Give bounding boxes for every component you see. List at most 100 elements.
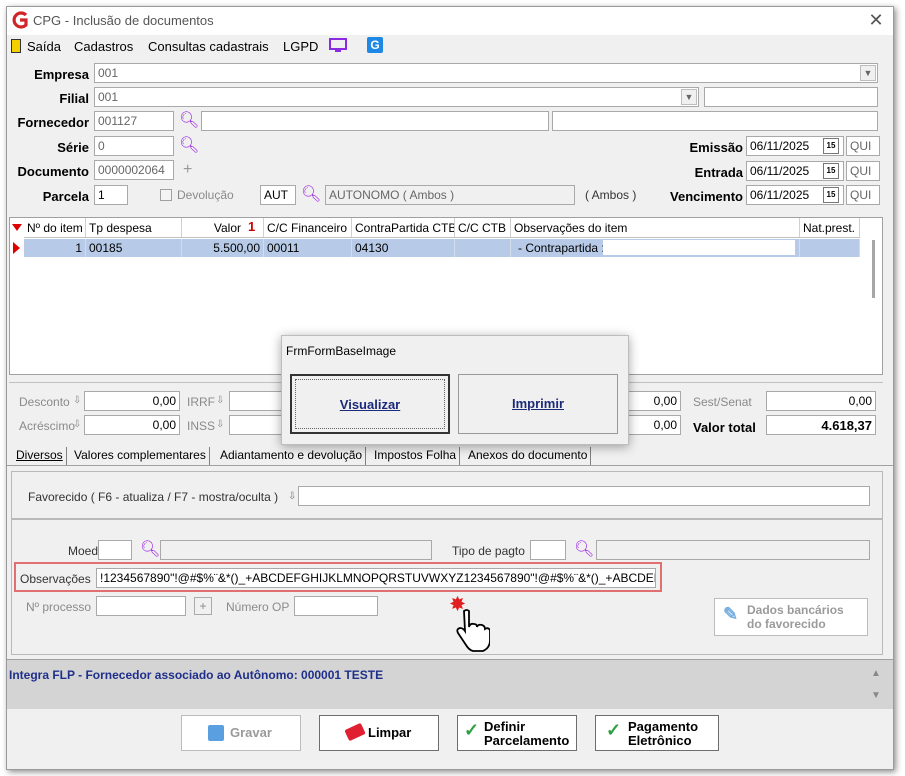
diversos-panel: Moeda 🔍︎ Tipo de pagto 🔍︎ Observações !1… [11,519,883,655]
define-installments-button[interactable]: ✓ Definir Parcelamento [457,715,577,751]
menu-lgpd[interactable]: LGPD [283,39,318,54]
parcela-label: Parcela [42,189,89,204]
tab-impostos-folha[interactable]: Impostos Folha [371,447,461,465]
desconto-field[interactable]: 0,00 [84,391,180,411]
cell-cc-financeiro[interactable]: 00011 [264,239,352,257]
tab-diversos[interactable]: Diversos [13,447,67,465]
status-scroll-down-icon[interactable]: ▼ [871,690,881,701]
favorecido-field[interactable] [298,486,870,506]
documento-label: Documento [17,164,90,179]
entrada-calendar-icon[interactable]: 15 [823,163,839,179]
observacoes-field[interactable]: !1234567890"!@#$%¨&*()_+ABCDEFGHIJKLMNOP… [96,568,656,588]
hand-cursor-icon [454,608,491,655]
close-button[interactable]: ✕ [865,10,887,31]
e-payment-button[interactable]: ✓ Pagamento Eletrônico [595,715,719,751]
tabs-baseline [7,465,893,466]
visualizar-button[interactable]: Visualizar [290,374,450,434]
col-tp-despesa[interactable]: Tp despesa [86,218,182,238]
favorecido-panel: Favorecido ( F6 - atualiza / F7 - mostra… [11,471,883,519]
grid-scrollbar[interactable] [866,238,882,374]
processo-field[interactable] [96,596,186,616]
irrf-field[interactable] [229,391,283,411]
grid-scroll-thumb[interactable] [872,240,875,298]
vencimento-calendar-icon[interactable]: 15 [823,187,839,203]
menu-queries[interactable]: Consultas cadastrais [148,39,269,54]
empresa-dropdown-icon[interactable]: ▼ [860,65,876,81]
acrescimo-icon: ⇩ [73,419,82,430]
numero-op-field[interactable] [294,596,378,616]
app-g-icon[interactable]: G [367,37,383,53]
moeda-search-icon[interactable]: 🔍︎ [140,539,160,559]
fornecedor-label: Fornecedor [17,115,89,130]
col-nat-prest[interactable]: Nat.prest. [800,218,860,238]
filial-dropdown-icon[interactable]: ▼ [681,89,697,105]
col-cc-ctb[interactable]: C/C CTB [455,218,511,238]
fornecedor-code-field[interactable]: 001127 [94,111,174,131]
empresa-label: Empresa [34,67,89,82]
imprimir-button[interactable]: Imprimir [458,374,618,434]
irrf-label: IRRF [187,395,215,409]
clear-button[interactable]: Limpar [319,715,439,751]
serie-search-icon[interactable]: 🔍︎ [179,135,199,155]
emissao-calendar-icon[interactable]: 15 [823,138,839,154]
menu-registrations[interactable]: Cadastros [74,39,133,54]
filial-field[interactable]: 001 [94,87,699,107]
inss-label: INSS [187,419,216,433]
cell-nat-prest[interactable] [800,239,860,257]
sest-field[interactable]: 0,00 [766,391,876,411]
menu-exit[interactable]: Saída [27,39,61,54]
fornecedor-extra-field[interactable] [552,111,878,131]
filial-extra-field[interactable] [704,87,878,107]
cell-observacoes[interactable]: - Contrapartida : [511,239,800,257]
title-bar: CPG - Inclusão de documentos ✕ [7,7,893,35]
acrescimo-field[interactable]: 0,00 [84,415,180,435]
documento-field[interactable]: 0000002064 [94,160,174,180]
emissao-day-field: QUI [846,136,880,156]
exit-icon [11,39,21,53]
vencimento-day-field: QUI [846,185,880,205]
monitor-icon[interactable] [329,38,347,57]
tipo-pagto-field[interactable] [530,540,566,560]
save-button[interactable]: Gravar [181,715,301,751]
serie-label: Série [57,140,89,155]
aut-search-icon[interactable]: 🔍︎ [301,184,321,204]
serie-field[interactable]: 0 [94,136,174,156]
inss-field[interactable] [229,415,283,435]
obs-inline-editor[interactable] [603,240,795,255]
tab-anexos[interactable]: Anexos do documento [465,447,592,465]
cell-contrapartida[interactable]: 04130 [352,239,455,257]
fornecedor-search-icon[interactable]: 🔍︎ [179,110,199,130]
fornecedor-name-field[interactable] [201,111,549,131]
cell-valor[interactable]: 5.500,00 [182,239,264,257]
documento-add-icon[interactable]: + [183,161,192,179]
col-item[interactable]: Nº do item [24,218,86,238]
eraser-icon [344,722,366,742]
status-scroll-up-icon[interactable]: ▲ [871,668,881,679]
tab-adiantamento[interactable]: Adiantamento e devolução [217,447,367,465]
col-cc-financeiro[interactable]: C/C Financeiro [264,218,352,238]
tab-valores-complementares[interactable]: Valores complementares [71,447,210,465]
dados-bancarios-button[interactable]: ✎ Dados bancários do favorecido [714,598,868,636]
mid-total-field-2[interactable]: 0,00 [621,415,681,435]
pencil-icon: ✎ [723,604,739,624]
parcela-field[interactable]: 1 [94,185,128,205]
tipo-pagto-label: Tipo de pagto [452,544,525,558]
moeda-field[interactable] [98,540,132,560]
save-label: Gravar [230,725,272,740]
cell-tp-despesa[interactable]: 00185 [86,239,182,257]
mid-total-field-1[interactable]: 0,00 [621,391,681,411]
tipo-pagto-search-icon[interactable]: 🔍︎ [574,539,594,559]
devolucao-label: Devolução [177,188,234,202]
row-pointer-icon [13,242,20,254]
empresa-field[interactable]: 001 [94,63,878,83]
menu-bar: Saída Cadastros Consultas cadastrais LGP… [7,35,893,57]
cell-cc-ctb[interactable] [455,239,511,257]
col-observacoes[interactable]: Observações do item [511,218,800,238]
devolucao-checkbox[interactable] [160,189,172,201]
desconto-label: Desconto [19,395,70,409]
moeda-desc-field [160,540,432,560]
cell-item[interactable]: 1 [24,239,86,257]
col-contrapartida[interactable]: ContraPartida CTB [352,218,455,238]
aut-code-field[interactable]: AUT [260,185,296,205]
processo-add-icon[interactable]: + [194,597,212,615]
